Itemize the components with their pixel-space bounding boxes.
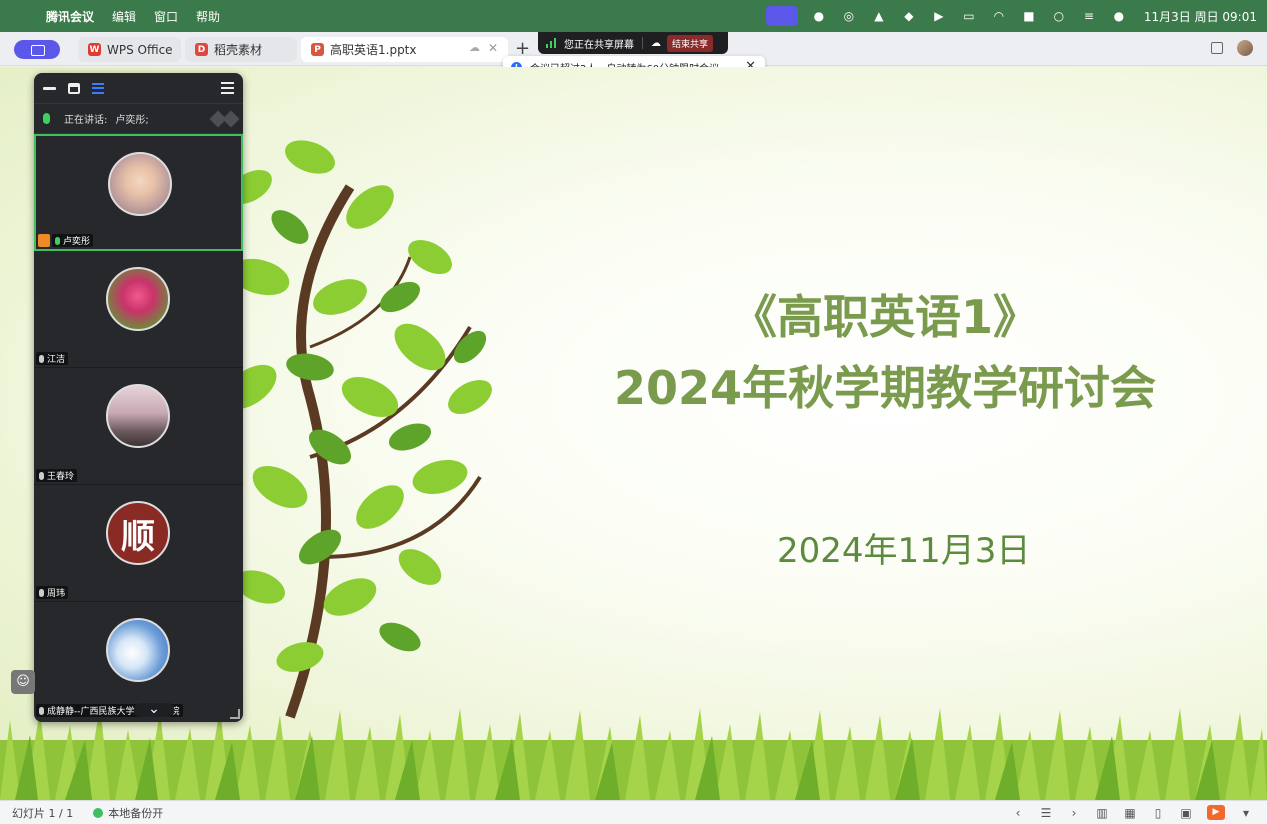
spotlight-search-icon[interactable]: ○ (1050, 9, 1068, 23)
participant-avatar (106, 384, 170, 448)
screen-capture-icon[interactable]: ▣ (1179, 806, 1193, 820)
siri-icon[interactable]: ● (1110, 9, 1128, 23)
participant-avatar: 顺 (106, 501, 170, 565)
cloud-icon[interactable]: ☁ (469, 41, 480, 54)
meeting-tray-icon[interactable] (765, 6, 798, 26)
participant-name: 江洁 (47, 355, 66, 365)
docer-logo-icon: D (195, 43, 208, 56)
slide-title-line-1: 《高职英语1》 (730, 290, 1039, 344)
participant-nametag: 王春玲 (36, 469, 78, 482)
participant-nametag: 江洁 (36, 352, 69, 365)
control-center-icon[interactable]: ≡ (1080, 9, 1098, 23)
participant-tile[interactable]: 王春玲 (34, 368, 243, 485)
mic-muted-icon (39, 706, 44, 715)
wps-home-button[interactable] (14, 40, 60, 59)
host-badge-icon (38, 234, 50, 247)
speaking-label: 正在讲话: (64, 115, 108, 126)
participant-name: 王春玲 (47, 472, 75, 482)
slide-counter: 幻灯片 1 / 1 (12, 806, 74, 820)
local-backup-status[interactable]: 本地备份开 (93, 805, 163, 821)
screen-share-bar: 您正在共享屏幕 ☁ 结束共享 (538, 32, 728, 54)
mic-on-icon (55, 236, 60, 245)
mic-muted-icon (39, 471, 44, 480)
participant-nametag: 卢奕彤 (52, 234, 94, 247)
minimize-panel-icon[interactable] (43, 86, 56, 90)
tab-docer-assets[interactable]: D 稻壳素材 (185, 37, 297, 62)
user-avatar[interactable] (1237, 40, 1253, 56)
outline-list-icon[interactable]: ☰ (1039, 806, 1053, 820)
stop-sharing-button[interactable]: 结束共享 (667, 34, 714, 52)
status-bar: 幻灯片 1 / 1 本地备份开 ‹ ☰ › ▥ ▦ ▯ ▣ ▶ ▾ (0, 800, 1267, 824)
panel-toolbar (34, 73, 243, 104)
notification-bell-icon[interactable]: ▲ (870, 9, 888, 23)
participant-tile[interactable]: 卢奕彤 (34, 134, 243, 251)
participant-name: 周玮 (47, 589, 66, 599)
slide-date[interactable]: 2024年11月3日 (555, 523, 1255, 572)
s-app-icon[interactable]: ■ (1020, 9, 1038, 23)
participant-avatar (106, 618, 170, 682)
wechat-icon[interactable]: ● (810, 9, 828, 23)
wifi-icon[interactable]: ◠ (990, 9, 1008, 23)
tab-wps-office[interactable]: W WPS Office (78, 37, 181, 62)
previous-slide-icon[interactable]: ‹ (1011, 806, 1025, 820)
slide-title[interactable]: 《高职英语1》 2024年秋学期教学研讨会 (555, 282, 1215, 425)
reading-view-icon[interactable]: ▯ (1151, 806, 1165, 820)
menu-window[interactable]: 窗口 (154, 8, 178, 25)
speaking-name: 卢奕彤; (115, 115, 149, 126)
mic-muted-icon (39, 354, 44, 363)
menu-edit[interactable]: 编辑 (112, 8, 136, 25)
mic-muted-icon (39, 588, 44, 597)
close-tab-icon[interactable]: ✕ (488, 41, 498, 55)
slide-title-line-2: 2024年秋学期教学研讨会 (613, 361, 1157, 416)
participant-name: 卢奕彤 (63, 237, 91, 247)
play-circle-icon[interactable]: ▶ (930, 9, 948, 23)
participant-avatar (108, 152, 172, 216)
active-speaker-bar: 正在讲话: 卢奕彤; (34, 104, 243, 134)
record-cloud-icon[interactable]: ☁ (651, 38, 661, 49)
participant-tile[interactable]: 成静静--广西民族大学相思湖学院 (34, 602, 243, 719)
window-restore-icon[interactable] (1211, 42, 1223, 54)
normal-view-icon[interactable]: ▥ (1095, 806, 1109, 820)
play-slideshow-button[interactable]: ▶ (1207, 805, 1225, 820)
gallery-view-icon[interactable] (68, 82, 80, 94)
slide-sorter-icon[interactable]: ▦ (1123, 806, 1137, 820)
emoji-reaction-icon[interactable]: ☺ (11, 670, 35, 694)
tab-label: 高职英语1.pptx (330, 43, 417, 57)
list-view-icon[interactable] (92, 82, 104, 94)
menu-help[interactable]: 帮助 (196, 8, 220, 25)
clock[interactable]: 11月3日 周日 09:01 (1144, 8, 1257, 25)
tab-label: WPS Office (107, 42, 173, 57)
meeting-participant-panel: 正在讲话: 卢奕彤; 卢奕彤 江洁 王春玲 顺 周玮 成静静--广西民族大学相思… (34, 73, 243, 722)
layout-toggle-icon[interactable] (209, 110, 240, 128)
share-status-text: 您正在共享屏幕 (564, 39, 634, 51)
backup-status-icon (93, 807, 104, 818)
menu-app-name[interactable]: 腾讯会议 (46, 8, 94, 25)
participant-nametag: 周玮 (36, 586, 69, 599)
microphone-icon (43, 113, 50, 124)
participant-avatar (106, 267, 170, 331)
participant-tile[interactable]: 顺 周玮 (34, 485, 243, 602)
backup-label: 本地备份开 (108, 806, 164, 820)
resize-handle-icon[interactable] (230, 709, 240, 719)
signal-strength-icon (546, 38, 556, 48)
divider (642, 37, 643, 49)
window-controls (1211, 40, 1253, 56)
collapse-panel-icon[interactable] (221, 82, 234, 94)
wps-logo-icon: W (88, 43, 101, 56)
participant-tile[interactable]: 江洁 (34, 251, 243, 368)
avatar-text: 顺 (121, 516, 155, 557)
evernote-icon[interactable]: ◆ (900, 9, 918, 23)
tab-label: 稻壳素材 (214, 43, 263, 57)
menu-bar: 腾讯会议 编辑 窗口 帮助 ● ◎ ▲ ◆ ▶ ▭ ◠ ■ ○ ≡ ● 11月3… (0, 0, 1267, 32)
tab-pptx-document[interactable]: P 高职英语1.pptx ☁ ✕ (301, 37, 508, 62)
next-slide-icon[interactable]: › (1067, 806, 1081, 820)
translate-icon[interactable]: ◎ (840, 9, 858, 23)
chevron-down-icon[interactable]: ▾ (1239, 806, 1253, 820)
battery-icon[interactable]: ▭ (960, 9, 978, 23)
presentation-file-icon: P (311, 43, 324, 56)
scroll-down-button[interactable]: ⌄ (134, 702, 174, 717)
